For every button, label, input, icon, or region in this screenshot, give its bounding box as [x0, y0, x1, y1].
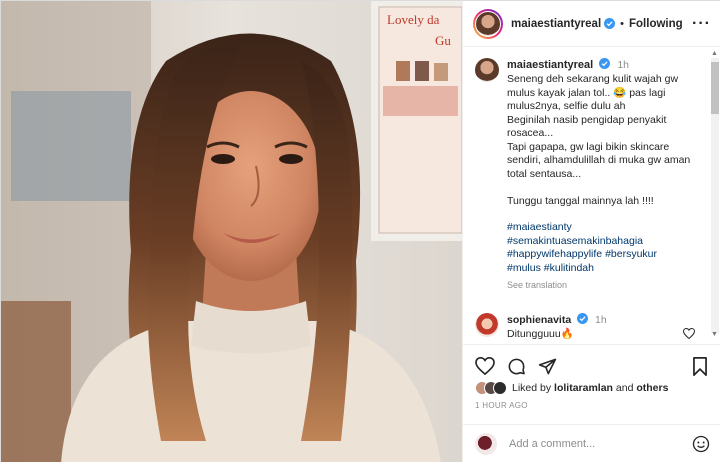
post-caption: maiaestiantyreal 1h Seneng deh sekarang … [475, 58, 707, 290]
more-options-icon[interactable]: ··· [692, 15, 711, 33]
liked-by-user[interactable]: lolitaramlan [554, 382, 613, 394]
hashtag-link[interactable]: #semakintuasemakinbahagia [507, 235, 703, 249]
post-photo[interactable]: Lovely da Gu [1, 1, 462, 462]
comment-item: sophienavita 1h Ditungguuu🔥 [475, 313, 707, 341]
others-link[interactable]: others [636, 382, 668, 394]
poster-text-1: Lovely da [387, 12, 440, 27]
post-dialog: Lovely da Gu maiaestiantyreal • Followin… [0, 0, 720, 462]
hashtag-link[interactable]: #mulus #kulitindah [507, 262, 703, 276]
separator-dot: • [620, 17, 624, 30]
likes-summary: Liked by lolitaramlan and others [463, 379, 720, 397]
add-comment-input[interactable]: Add a comment... [509, 438, 595, 450]
see-translation-link[interactable]: See translation [507, 280, 703, 290]
post-username[interactable]: maiaestiantyreal [511, 18, 601, 30]
and-label: and [615, 382, 634, 394]
caption-time: 1h [617, 59, 630, 71]
comment-icon[interactable] [507, 357, 526, 376]
profile-avatar-ring[interactable] [473, 8, 503, 39]
verified-badge-icon [604, 18, 616, 29]
hashtag-link[interactable]: #happywifehappylife #bersyukur [507, 248, 703, 262]
comment-time: 1h [595, 314, 607, 326]
comments-scrollbar[interactable]: ▲ ▼ [709, 48, 719, 343]
scrollbar-thumb[interactable] [711, 62, 719, 114]
comment-like-heart-icon[interactable] [683, 328, 695, 339]
comments-area: maiaestiantyreal 1h Seneng deh sekarang … [463, 48, 720, 343]
following-button[interactable]: Following [629, 18, 683, 30]
post-actions: Liked by lolitaramlan and others 1 HOUR … [463, 344, 720, 424]
selfie-image: Lovely da Gu [1, 1, 462, 462]
viewer-avatar [475, 433, 497, 455]
caption-avatar[interactable] [475, 58, 499, 82]
poster-text-2: Gu [435, 33, 451, 48]
verified-badge-icon [577, 313, 589, 324]
hashtag-link[interactable]: #maiaestianty [507, 221, 703, 235]
share-icon[interactable] [538, 357, 557, 376]
emoji-icon[interactable] [692, 435, 710, 453]
caption-username[interactable]: maiaestiantyreal [507, 59, 593, 71]
heart-icon[interactable] [475, 357, 495, 375]
comment-text: Ditungguuu🔥 [507, 328, 574, 340]
liked-by-label: Liked by [512, 382, 552, 394]
scroll-down-icon[interactable]: ▼ [711, 331, 718, 338]
comment-username[interactable]: sophienavita [507, 314, 571, 326]
avatar [476, 11, 500, 36]
caption-text: Seneng deh sekarang kulit wajah gw mulus… [507, 73, 691, 207]
post-side-panel: maiaestiantyreal • Following ··· maiaest… [462, 1, 720, 462]
post-timestamp[interactable]: 1 HOUR AGO [463, 397, 720, 414]
post-header: maiaestiantyreal • Following ··· [463, 1, 720, 47]
comment-avatar[interactable] [475, 313, 499, 337]
caption-hashtags: #maiaestianty #semakintuasemakinbahagia … [507, 221, 703, 275]
verified-badge-icon [599, 58, 611, 69]
scroll-up-icon[interactable]: ▲ [711, 50, 718, 57]
bookmark-icon[interactable] [692, 356, 708, 376]
add-comment-bar: Add a comment... [463, 424, 720, 462]
liker-avatar [493, 381, 507, 395]
